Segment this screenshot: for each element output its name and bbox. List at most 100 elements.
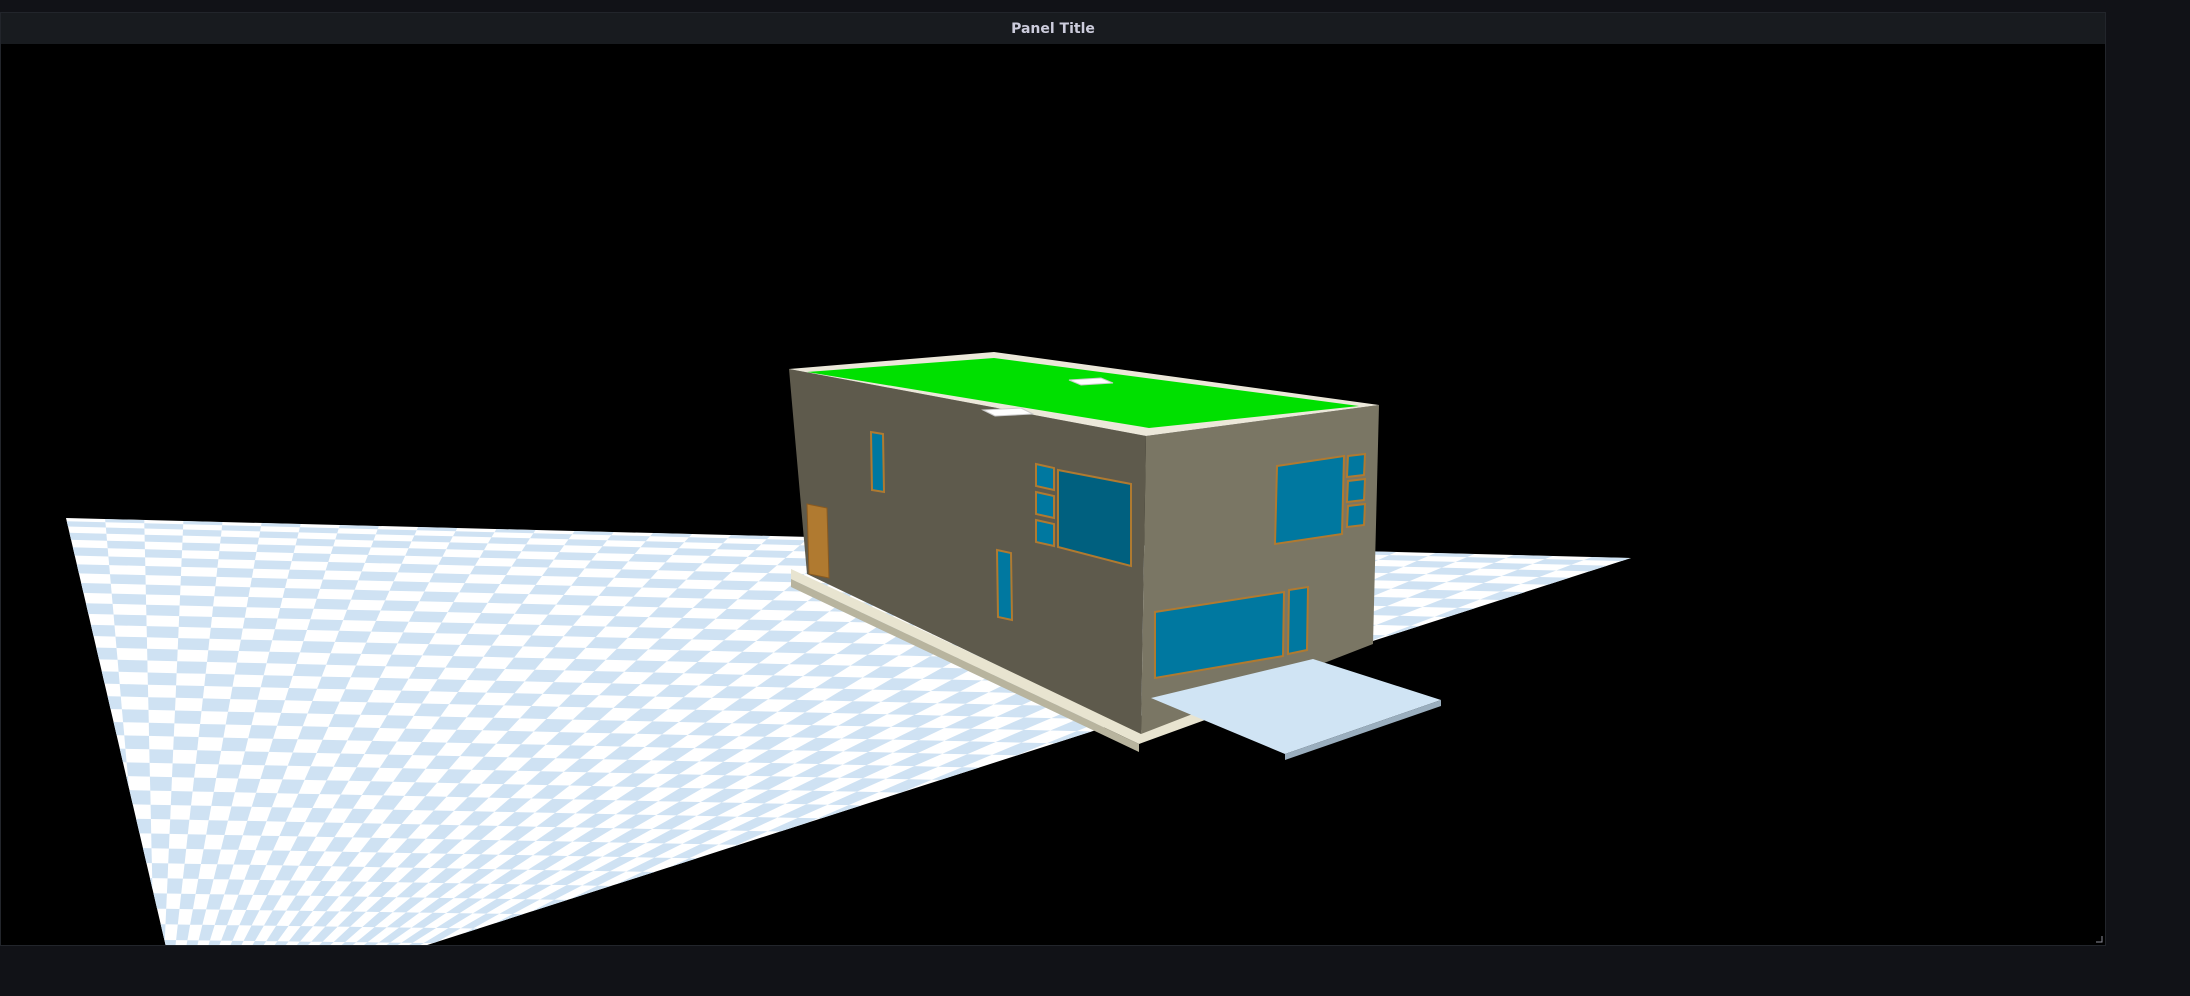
floor-tile — [164, 940, 177, 945]
floor-tile — [175, 685, 205, 699]
resize-corner-icon[interactable] — [2093, 933, 2103, 943]
floor-tile — [375, 529, 417, 536]
floor-tile — [181, 558, 219, 568]
panel-title[interactable]: Panel Title — [1011, 21, 1095, 37]
floor-tile — [113, 614, 147, 627]
floor-tile — [212, 606, 247, 618]
floor-tile — [295, 538, 336, 547]
floor-tile — [325, 562, 365, 572]
floor-tile — [253, 560, 292, 570]
panel-header[interactable]: Panel Title — [1, 13, 2105, 44]
floor-tile — [220, 536, 259, 545]
floor-tile — [640, 541, 685, 549]
window-side-2 — [1345, 477, 1367, 504]
floor-tile — [397, 632, 436, 645]
floor-tile — [144, 523, 184, 530]
floor-tile — [182, 863, 201, 879]
floor-tile — [747, 550, 794, 558]
floor-tile — [447, 602, 488, 613]
resize-handle[interactable] — [2093, 933, 2103, 943]
floor-tile — [225, 711, 255, 726]
floor-tile — [317, 676, 351, 690]
floor-tile — [307, 619, 344, 631]
floor-tile — [146, 626, 179, 639]
floor-tile — [216, 764, 242, 779]
floor-tile — [319, 579, 359, 590]
floor-tile — [242, 617, 278, 630]
floor-tile — [126, 762, 150, 777]
floor-tile — [107, 540, 145, 550]
floor-tile — [186, 834, 207, 850]
3d-viewport[interactable] — [1, 44, 2106, 946]
floor-tile — [564, 539, 608, 547]
floor-tile — [150, 804, 171, 820]
floor-tile — [66, 521, 106, 528]
floor-tile — [70, 547, 109, 557]
floor-tile — [358, 571, 398, 582]
floor-tile — [597, 546, 641, 554]
floor-tile — [246, 597, 283, 608]
floor-tile — [145, 566, 182, 576]
floor-tile — [207, 650, 239, 663]
floor-tile — [429, 573, 470, 584]
floor-tile — [221, 525, 261, 532]
floor-tile — [553, 552, 597, 561]
floor-tile — [129, 790, 151, 805]
floor-tile — [238, 639, 273, 652]
floor-tile — [145, 584, 181, 596]
floor-tile — [148, 722, 175, 737]
floor-tile — [716, 543, 762, 551]
floor-tile — [170, 791, 193, 806]
floor-tile — [761, 539, 806, 546]
floor-tile — [178, 616, 212, 628]
floor-tile — [144, 549, 183, 559]
floor-tile — [234, 662, 267, 676]
floor-tile — [179, 893, 196, 910]
floor-tile — [110, 574, 146, 585]
floor-tile — [530, 533, 573, 540]
floor-tile — [300, 641, 335, 654]
door — [806, 503, 830, 579]
floor-tile — [268, 738, 298, 753]
floor-tile — [397, 563, 439, 574]
floor-tile — [124, 735, 150, 750]
floor-tile — [254, 699, 285, 713]
floor-tile — [521, 544, 565, 553]
floor-tile — [209, 627, 243, 640]
floor-tile — [658, 562, 703, 572]
window-side-1 — [1345, 452, 1367, 479]
floor-tile — [277, 608, 314, 620]
floor-tile — [351, 589, 390, 601]
floor-tile — [182, 542, 221, 552]
floor-tile — [111, 593, 147, 605]
floor-tile — [571, 576, 615, 587]
floor-tile — [335, 533, 376, 541]
floor-tile — [614, 569, 659, 579]
floor-tile — [144, 534, 183, 543]
floor-tile — [189, 805, 212, 821]
floor-tile — [291, 553, 331, 562]
floor-tile — [282, 588, 320, 599]
floor-tile — [487, 593, 529, 604]
floor-tile — [195, 750, 222, 765]
scene-canvas[interactable] — [1, 44, 2106, 946]
floor-tile — [179, 595, 215, 607]
floor-tile — [214, 586, 251, 597]
floor-tile — [147, 648, 178, 662]
floor-tile — [438, 556, 480, 566]
floor-tile — [250, 577, 288, 589]
dashboard: Panel Title — [0, 0, 2190, 996]
floor-tile — [313, 598, 351, 610]
window-small-1 — [1035, 462, 1055, 492]
floor-tile — [364, 554, 406, 564]
floor-tile — [326, 653, 362, 666]
floor-tile — [204, 673, 235, 687]
floor-tile — [361, 642, 398, 655]
window-slim-upper — [869, 430, 886, 494]
floor-tile — [165, 908, 180, 925]
floor-tile — [272, 629, 307, 642]
floor-tile — [68, 532, 107, 541]
floor-tile — [149, 776, 172, 791]
floor-tile — [370, 540, 412, 549]
floor-tile — [201, 698, 231, 712]
